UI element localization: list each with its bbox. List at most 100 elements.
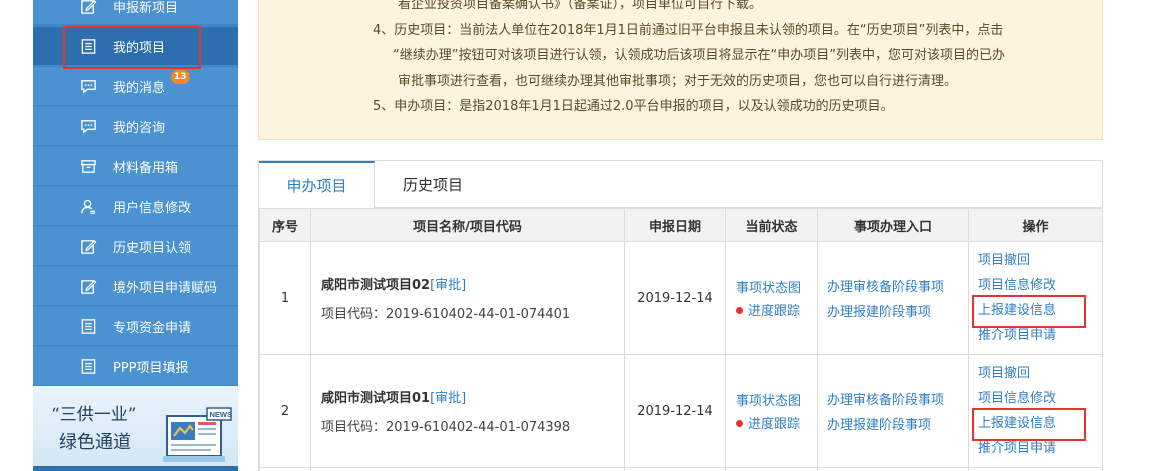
progress-track-label: 进度跟踪 xyxy=(748,304,801,319)
notice-line: “继续办理”按钮可对该项目进行认领，认领成功后该项目将显示在“申办项目”列表中，… xyxy=(393,48,1005,63)
project-name-cell: 咸阳市测试项目01[审批] 项目代码：2019-610402-44-01-074… xyxy=(310,354,625,468)
col-header-status: 当前状态 xyxy=(725,208,818,242)
edit-project-info-link[interactable]: 项目信息修改 xyxy=(978,386,1102,411)
project-name-text: 咸阳市测试项目01 xyxy=(321,391,431,406)
review-stage-link[interactable]: 办理审核备阶段事项 xyxy=(827,389,968,408)
status-dot-icon xyxy=(736,420,743,427)
sidebar-bottom-bar xyxy=(33,466,238,471)
project-name: 咸阳市测试项目02[审批] xyxy=(321,274,624,293)
unread-count-badge: 13 xyxy=(171,70,190,84)
sidebar-item-my-consultation[interactable]: 我的咨询 xyxy=(33,107,238,145)
row-index: 2 xyxy=(259,354,311,468)
withdraw-project-link[interactable]: 项目撤回 xyxy=(978,361,1102,386)
sidebar-item-label: 我的咨询 xyxy=(113,120,166,136)
banner-subtitle: 绿色通道 xyxy=(59,432,131,453)
table-row: 1 咸阳市测试项目02[审批] 项目代码：2019-610402-44-01-0… xyxy=(259,241,1103,355)
project-table: 序号 项目名称/项目代码 申报日期 当前状态 事项办理入口 操作 1 咸阳市测试… xyxy=(259,208,1103,471)
actions-cell: 项目撤回 项目信息修改 上报建设信息 推介项目申请 xyxy=(968,354,1103,468)
banner-title: “三供一业” xyxy=(51,405,137,425)
col-header-date: 申报日期 xyxy=(624,208,726,242)
status-dot-icon xyxy=(736,307,743,314)
chat-icon xyxy=(79,117,97,135)
list-icon xyxy=(79,357,97,375)
row-index: 1 xyxy=(259,241,311,355)
sidebar-item-ppp-project[interactable]: PPP项目填报 xyxy=(33,347,238,385)
tab-applying-projects[interactable]: 申办项目 xyxy=(259,161,375,209)
sidebar-item-label: PPP项目填报 xyxy=(113,360,189,376)
sidebar-item-label: 我的消息 xyxy=(113,80,166,96)
tab-history-projects[interactable]: 历史项目 xyxy=(375,161,491,208)
project-code-label: 项目代码： xyxy=(321,307,387,322)
entry-cell: 办理审核备阶段事项 办理报建阶段事项 xyxy=(817,241,969,355)
status-cell: 事项状态图 进度跟踪 xyxy=(725,241,818,355)
withdraw-project-link[interactable]: 项目撤回 xyxy=(978,248,1102,273)
project-code-label: 项目代码： xyxy=(321,420,387,435)
construction-stage-link[interactable]: 办理报建阶段事项 xyxy=(827,301,968,320)
entry-cell: 办理审核备阶段事项 办理报建阶段事项 xyxy=(817,354,969,468)
actions-cell: 项目撤回 项目信息修改 上报建设信息 推介项目申请 xyxy=(968,241,1103,355)
table-header-row: 序号 项目名称/项目代码 申报日期 当前状态 事项办理入口 操作 xyxy=(259,208,1103,242)
sidebar-item-label: 用户信息修改 xyxy=(113,200,192,216)
notice-line: 看企业投资项目备案确认书》（备案证），项目单位可自行下载。 xyxy=(398,0,763,12)
recommend-project-link[interactable]: 推介项目申请 xyxy=(978,436,1102,461)
project-tabs: 申办项目 历史项目 xyxy=(259,161,1102,209)
progress-track-label: 进度跟踪 xyxy=(748,417,801,432)
sidebar-item-label: 历史项目认领 xyxy=(113,240,192,256)
construction-stage-link[interactable]: 办理报建阶段事项 xyxy=(827,414,968,433)
sidebar-item-my-messages[interactable]: 我的消息 13 xyxy=(33,67,238,105)
sidebar-item-user-info-edit[interactable]: 用户信息修改 xyxy=(33,187,238,225)
project-name-text: 咸阳市测试项目02 xyxy=(321,278,431,293)
report-construction-info-link[interactable]: 上报建设信息 xyxy=(972,295,1102,328)
table-row: 2 咸阳市测试项目01[审批] 项目代码：2019-610402-44-01-0… xyxy=(259,354,1103,468)
table-row xyxy=(259,467,1103,471)
archive-box-icon xyxy=(79,157,97,175)
sidebar: 申报新项目 我的项目 我的消息 13 我的咨询 材料备用箱 用户信息修改 历史项… xyxy=(33,0,238,471)
sidebar-item-label: 专项资金申请 xyxy=(113,320,192,336)
notice-line: 审批事项进行查看，也可继续办理其他审批事项；对于无效的历史项目，您也可以自行进行… xyxy=(398,74,958,89)
green-channel-banner[interactable]: “三供一业” 绿色通道 NEWS xyxy=(33,386,238,466)
highlight-my-projects xyxy=(63,26,201,69)
report-construction-info-link[interactable]: 上报建设信息 xyxy=(972,408,1102,441)
review-stage-link[interactable]: 办理审核备阶段事项 xyxy=(827,276,968,295)
recommend-project-link[interactable]: 推介项目申请 xyxy=(978,323,1102,348)
approval-tag-link[interactable]: [审批] xyxy=(430,278,466,293)
declare-date: 2019-12-14 xyxy=(624,241,726,355)
col-header-index: 序号 xyxy=(259,208,311,242)
progress-track-link[interactable]: 进度跟踪 xyxy=(736,300,817,319)
news-art-text: NEWS xyxy=(210,410,233,419)
sidebar-item-label: 材料备用箱 xyxy=(113,160,179,176)
notice-box: 看企业投资项目备案确认书》（备案证），项目单位可自行下载。 4、历史项目：当前法… xyxy=(258,0,1103,140)
news-illustration-icon: NEWS xyxy=(163,407,233,462)
status-diagram-link[interactable]: 事项状态图 xyxy=(736,390,817,409)
sidebar-item-material-box[interactable]: 材料备用箱 xyxy=(33,147,238,185)
project-code: 项目代码：2019-610402-44-01-074398 xyxy=(321,416,624,435)
sidebar-item-overseas-code[interactable]: 境外项目申请赋码 xyxy=(33,267,238,305)
project-code: 项目代码：2019-610402-44-01-074401 xyxy=(321,303,624,322)
sidebar-item-history-claim[interactable]: 历史项目认领 xyxy=(33,227,238,265)
project-code-value: 2019-610402-44-01-074401 xyxy=(386,307,571,322)
status-diagram-link[interactable]: 事项状态图 xyxy=(736,277,817,296)
sidebar-item-label: 境外项目申请赋码 xyxy=(113,280,218,296)
sidebar-item-new-project[interactable]: 申报新项目 xyxy=(33,0,238,24)
project-name: 咸阳市测试项目01[审批] xyxy=(321,387,624,406)
col-header-entry: 事项办理入口 xyxy=(817,208,969,242)
status-cell: 事项状态图 进度跟踪 xyxy=(725,354,818,468)
approval-tag-link[interactable]: [审批] xyxy=(430,391,466,406)
col-header-name-code: 项目名称/项目代码 xyxy=(310,208,625,242)
edit-project-info-link[interactable]: 项目信息修改 xyxy=(978,273,1102,298)
notice-line: 5、申办项目：是指2018年1月1日起通过2.0平台申报的项目，以及认领成功的历… xyxy=(373,99,894,114)
project-panel: 申办项目 历史项目 序号 项目名称/项目代码 申报日期 当前状态 事项办理入口 … xyxy=(258,160,1103,471)
edit-icon xyxy=(79,0,97,15)
progress-track-link[interactable]: 进度跟踪 xyxy=(736,413,817,432)
project-name-cell: 咸阳市测试项目02[审批] 项目代码：2019-610402-44-01-074… xyxy=(310,241,625,355)
sidebar-item-special-fund[interactable]: 专项资金申请 xyxy=(33,307,238,345)
notice-line: 4、历史项目：当前法人单位在2018年1月1日前通过旧平台申报且未认领的项目。在… xyxy=(373,23,1004,38)
project-code-value: 2019-610402-44-01-074398 xyxy=(386,420,571,435)
col-header-actions: 操作 xyxy=(968,208,1103,242)
edit-icon xyxy=(79,237,97,255)
list-icon xyxy=(79,317,97,335)
user-icon xyxy=(79,197,97,215)
chat-icon xyxy=(79,77,97,95)
edit-icon xyxy=(79,277,97,295)
declare-date: 2019-12-14 xyxy=(624,354,726,468)
